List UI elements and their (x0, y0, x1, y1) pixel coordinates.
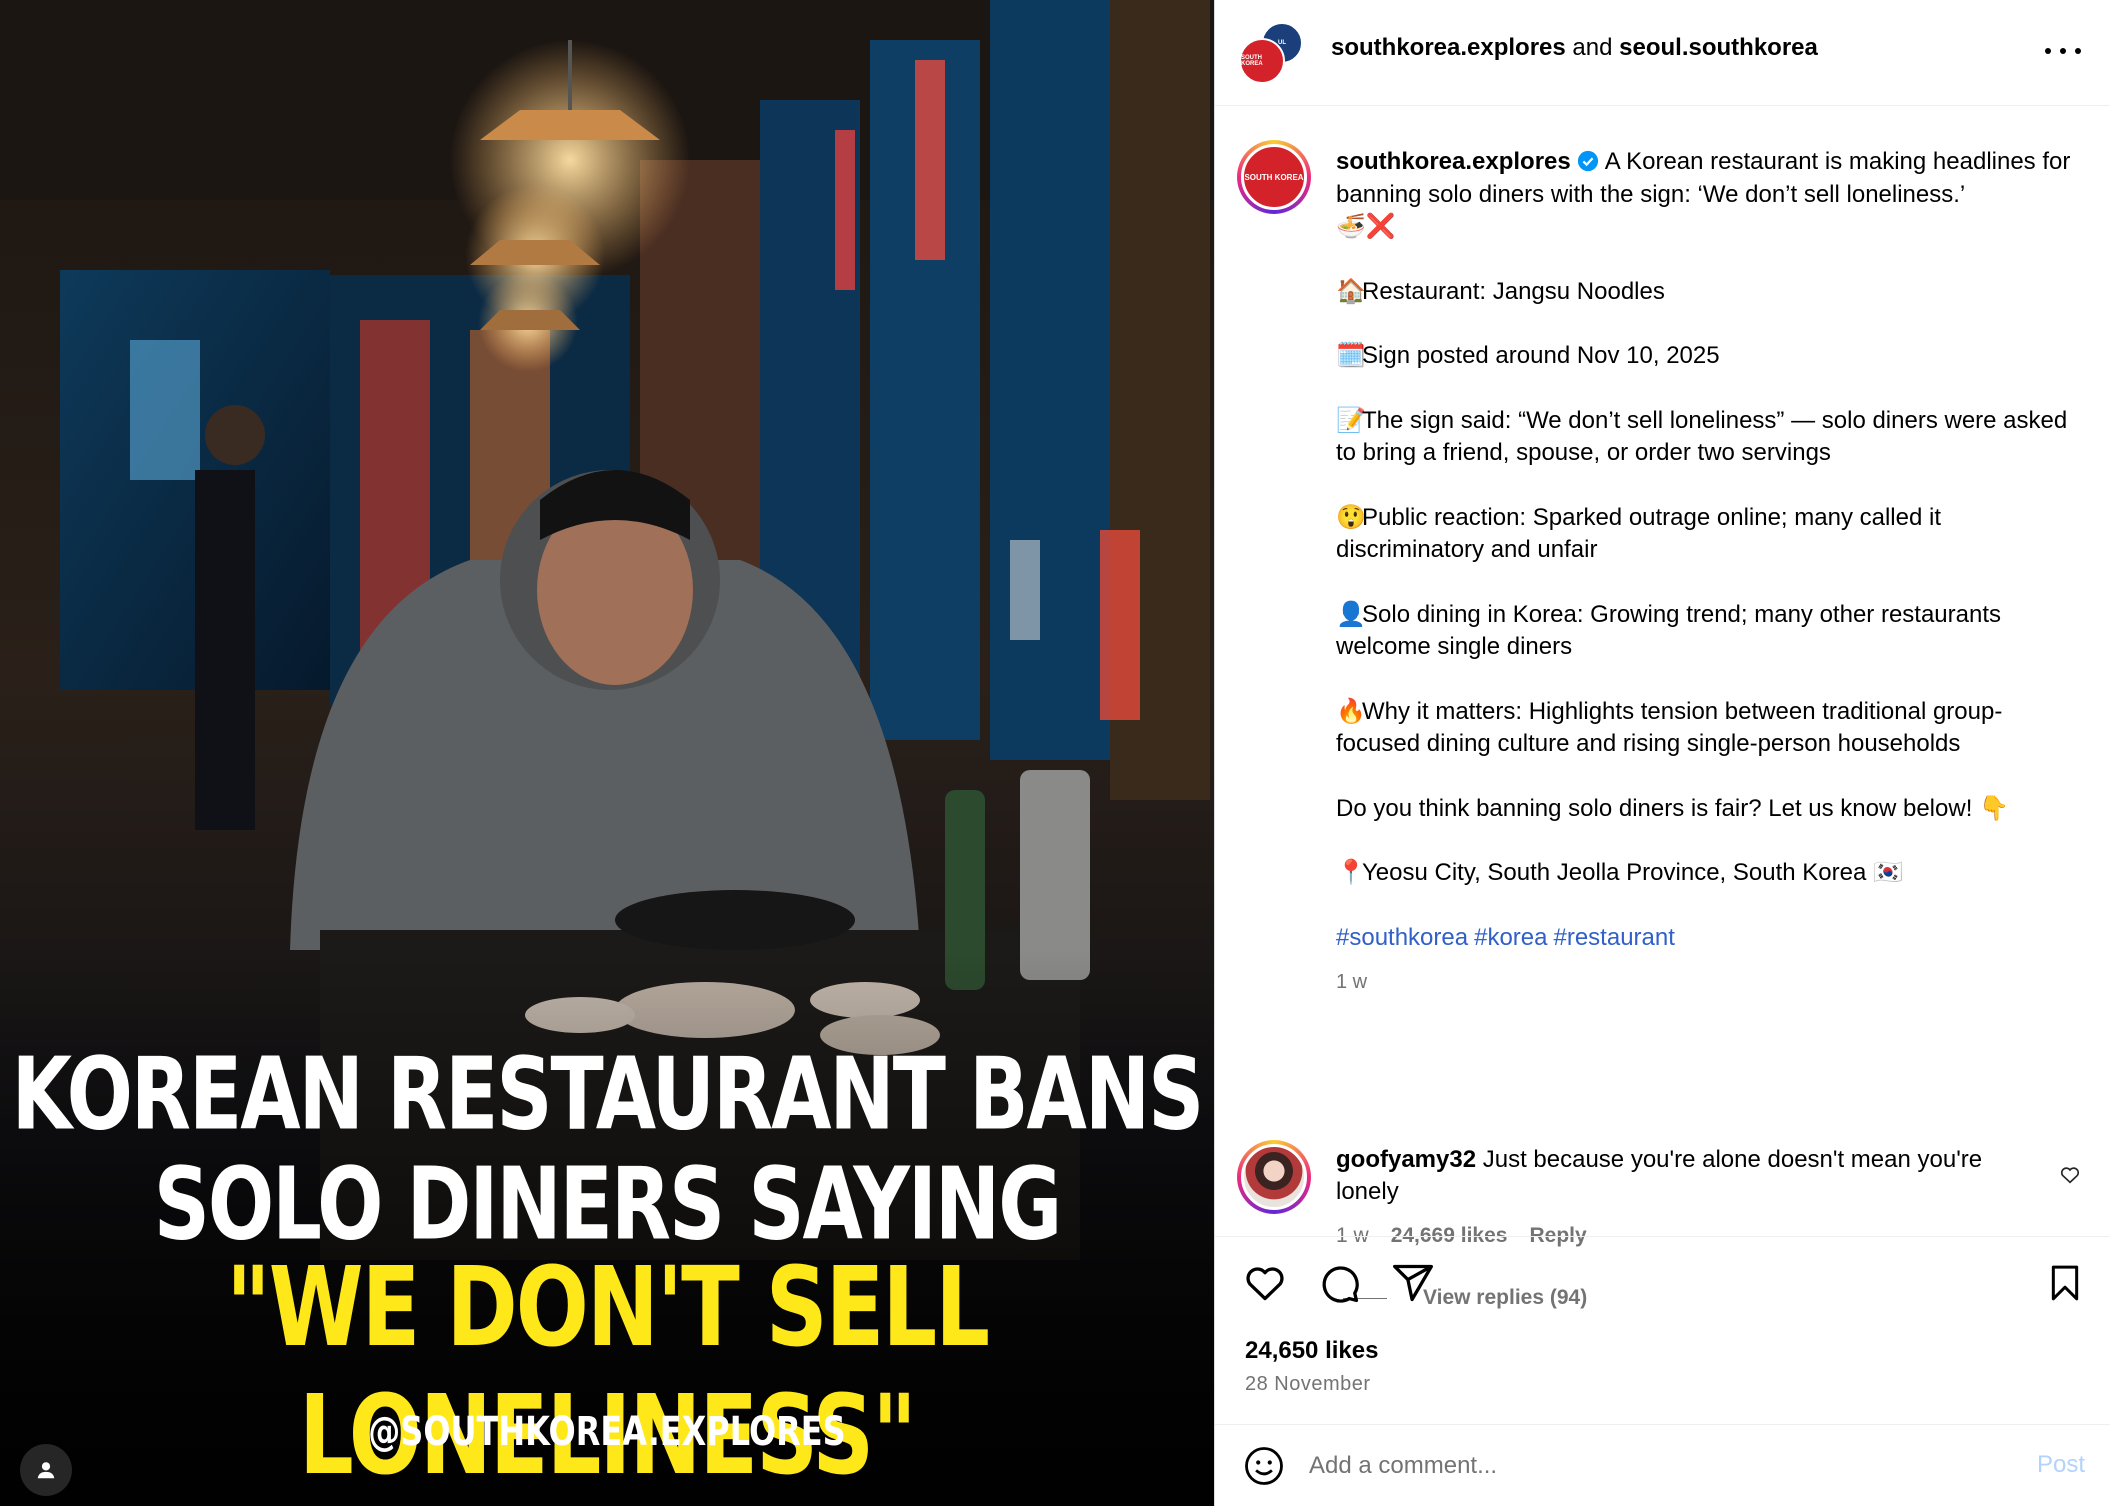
save-bookmark-icon[interactable] (2045, 1261, 2085, 1305)
caption-why-matters: Why it matters: Highlights tension betwe… (1336, 697, 2003, 758)
hashtag-link[interactable]: #korea (1474, 924, 1547, 951)
like-heart-icon[interactable] (1243, 1261, 1287, 1305)
post-actions: 24,650 likes 28 November (1215, 1236, 2110, 1426)
action-icons (1243, 1261, 1435, 1305)
caption-time[interactable]: 1 w (1336, 966, 2086, 999)
post-viewer: KOREAN RESTAURANT BANS SOLO DINERS SAYIN… (0, 0, 2110, 1506)
caption-text: southkorea.explores A Korean restaurant i… (1336, 146, 2086, 999)
caption-section: SOUTH KOREA southkorea.explores A Korean … (1215, 106, 2110, 1309)
comment-input[interactable] (1309, 1449, 1969, 1483)
commenter-avatar-image (1241, 1144, 1307, 1210)
korea-flag-icon: 🇰🇷 (1872, 859, 1903, 886)
image-watermark: @SOUTHKOREA.EXPLORES (368, 1407, 846, 1455)
add-comment-bar: Post (1215, 1424, 2110, 1506)
caption-username[interactable]: southkorea.explores (1336, 148, 1571, 175)
emoji-smile-icon[interactable] (1243, 1445, 1285, 1487)
caption-avatar[interactable]: SOUTH KOREA (1237, 140, 1311, 214)
post-likes[interactable]: 24,650 likes (1245, 1337, 1378, 1365)
astonished-face-icon: 😲 (1336, 503, 1366, 531)
more-dot (2075, 48, 2081, 54)
memo-icon: 📝 (1336, 406, 1366, 434)
pin-icon: 📍 (1336, 859, 1366, 886)
caption-sign: The sign said: “We don’t sell loneliness… (1336, 406, 2068, 467)
caption-solo-dining: Solo dining in Korea: Growing trend; man… (1336, 600, 2002, 661)
author-link-2[interactable]: seoul.southkorea (1619, 34, 1818, 61)
house-icon: 🏠 (1336, 277, 1366, 305)
caption-date: Sign posted around Nov 10, 2025 (1362, 342, 1720, 369)
authors-connector: and (1565, 34, 1620, 61)
avatar-southkorea-explores[interactable]: SOUTH KOREA (1239, 38, 1285, 84)
post-sidebar: UL SOUTH KOREA southkorea.explores and s… (1214, 0, 2110, 1506)
more-horizontal-icon (2045, 48, 2051, 54)
more-dot (2060, 48, 2066, 54)
hashtag-link[interactable]: #restaurant (1553, 924, 1674, 951)
post-header: UL SOUTH KOREA southkorea.explores and s… (1215, 0, 2110, 106)
tagged-users-button[interactable] (20, 1444, 72, 1496)
caption-question: Do you think banning solo diners is fair… (1336, 794, 1973, 822)
post-date: 28 November (1245, 1373, 1371, 1395)
caption-restaurant: Restaurant: Jangsu Noodles (1362, 277, 1665, 305)
pointing-down-icon: 👇 (1979, 794, 2009, 822)
share-send-icon[interactable] (1391, 1261, 1435, 1305)
commenter-avatar[interactable] (1237, 1140, 1311, 1214)
post-image[interactable]: KOREAN RESTAURANT BANS SOLO DINERS SAYIN… (0, 0, 1214, 1506)
user-icon (37, 1462, 55, 1479)
verified-badge-icon (1577, 150, 1598, 172)
person-silhouette-icon: 👤 (1336, 600, 1366, 628)
comment-body: goofyamy32 Just because you're alone doe… (1336, 1144, 2036, 1208)
calendar-icon: 🗓️ (1336, 342, 1366, 369)
collab-avatars[interactable]: UL SOUTH KOREA (1239, 22, 1305, 84)
comment-bubble-icon[interactable] (1317, 1261, 1361, 1305)
caption-location: Yeosu City, South Jeolla Province, South… (1362, 859, 1867, 886)
post-authors: southkorea.explores and seoul.southkorea (1331, 34, 1818, 62)
post-comment-button[interactable]: Post (2037, 1451, 2085, 1479)
caption-avatar-image: SOUTH KOREA (1241, 144, 1307, 210)
author-link-1[interactable]: southkorea.explores (1331, 34, 1566, 61)
comment-username[interactable]: goofyamy32 (1336, 1146, 1476, 1173)
caption-intro-emoji: 🍜❌ (1336, 213, 1396, 240)
hashtag-link[interactable]: #southkorea (1336, 924, 1468, 951)
headline-line-1: KOREAN RESTAURANT BANS (11, 1037, 1205, 1153)
headline-line-3: "WE DON'T SELL LONELINESS" (225, 1244, 990, 1500)
fire-icon: 🔥 (1336, 697, 1366, 725)
caption-hashtags: #southkorea #korea #restaurant (1336, 922, 2086, 955)
caption-reaction: Public reaction: Sparked outrage online;… (1336, 503, 1941, 564)
comment-like-heart-icon[interactable] (2059, 1164, 2081, 1186)
more-options-button[interactable] (2045, 36, 2081, 66)
